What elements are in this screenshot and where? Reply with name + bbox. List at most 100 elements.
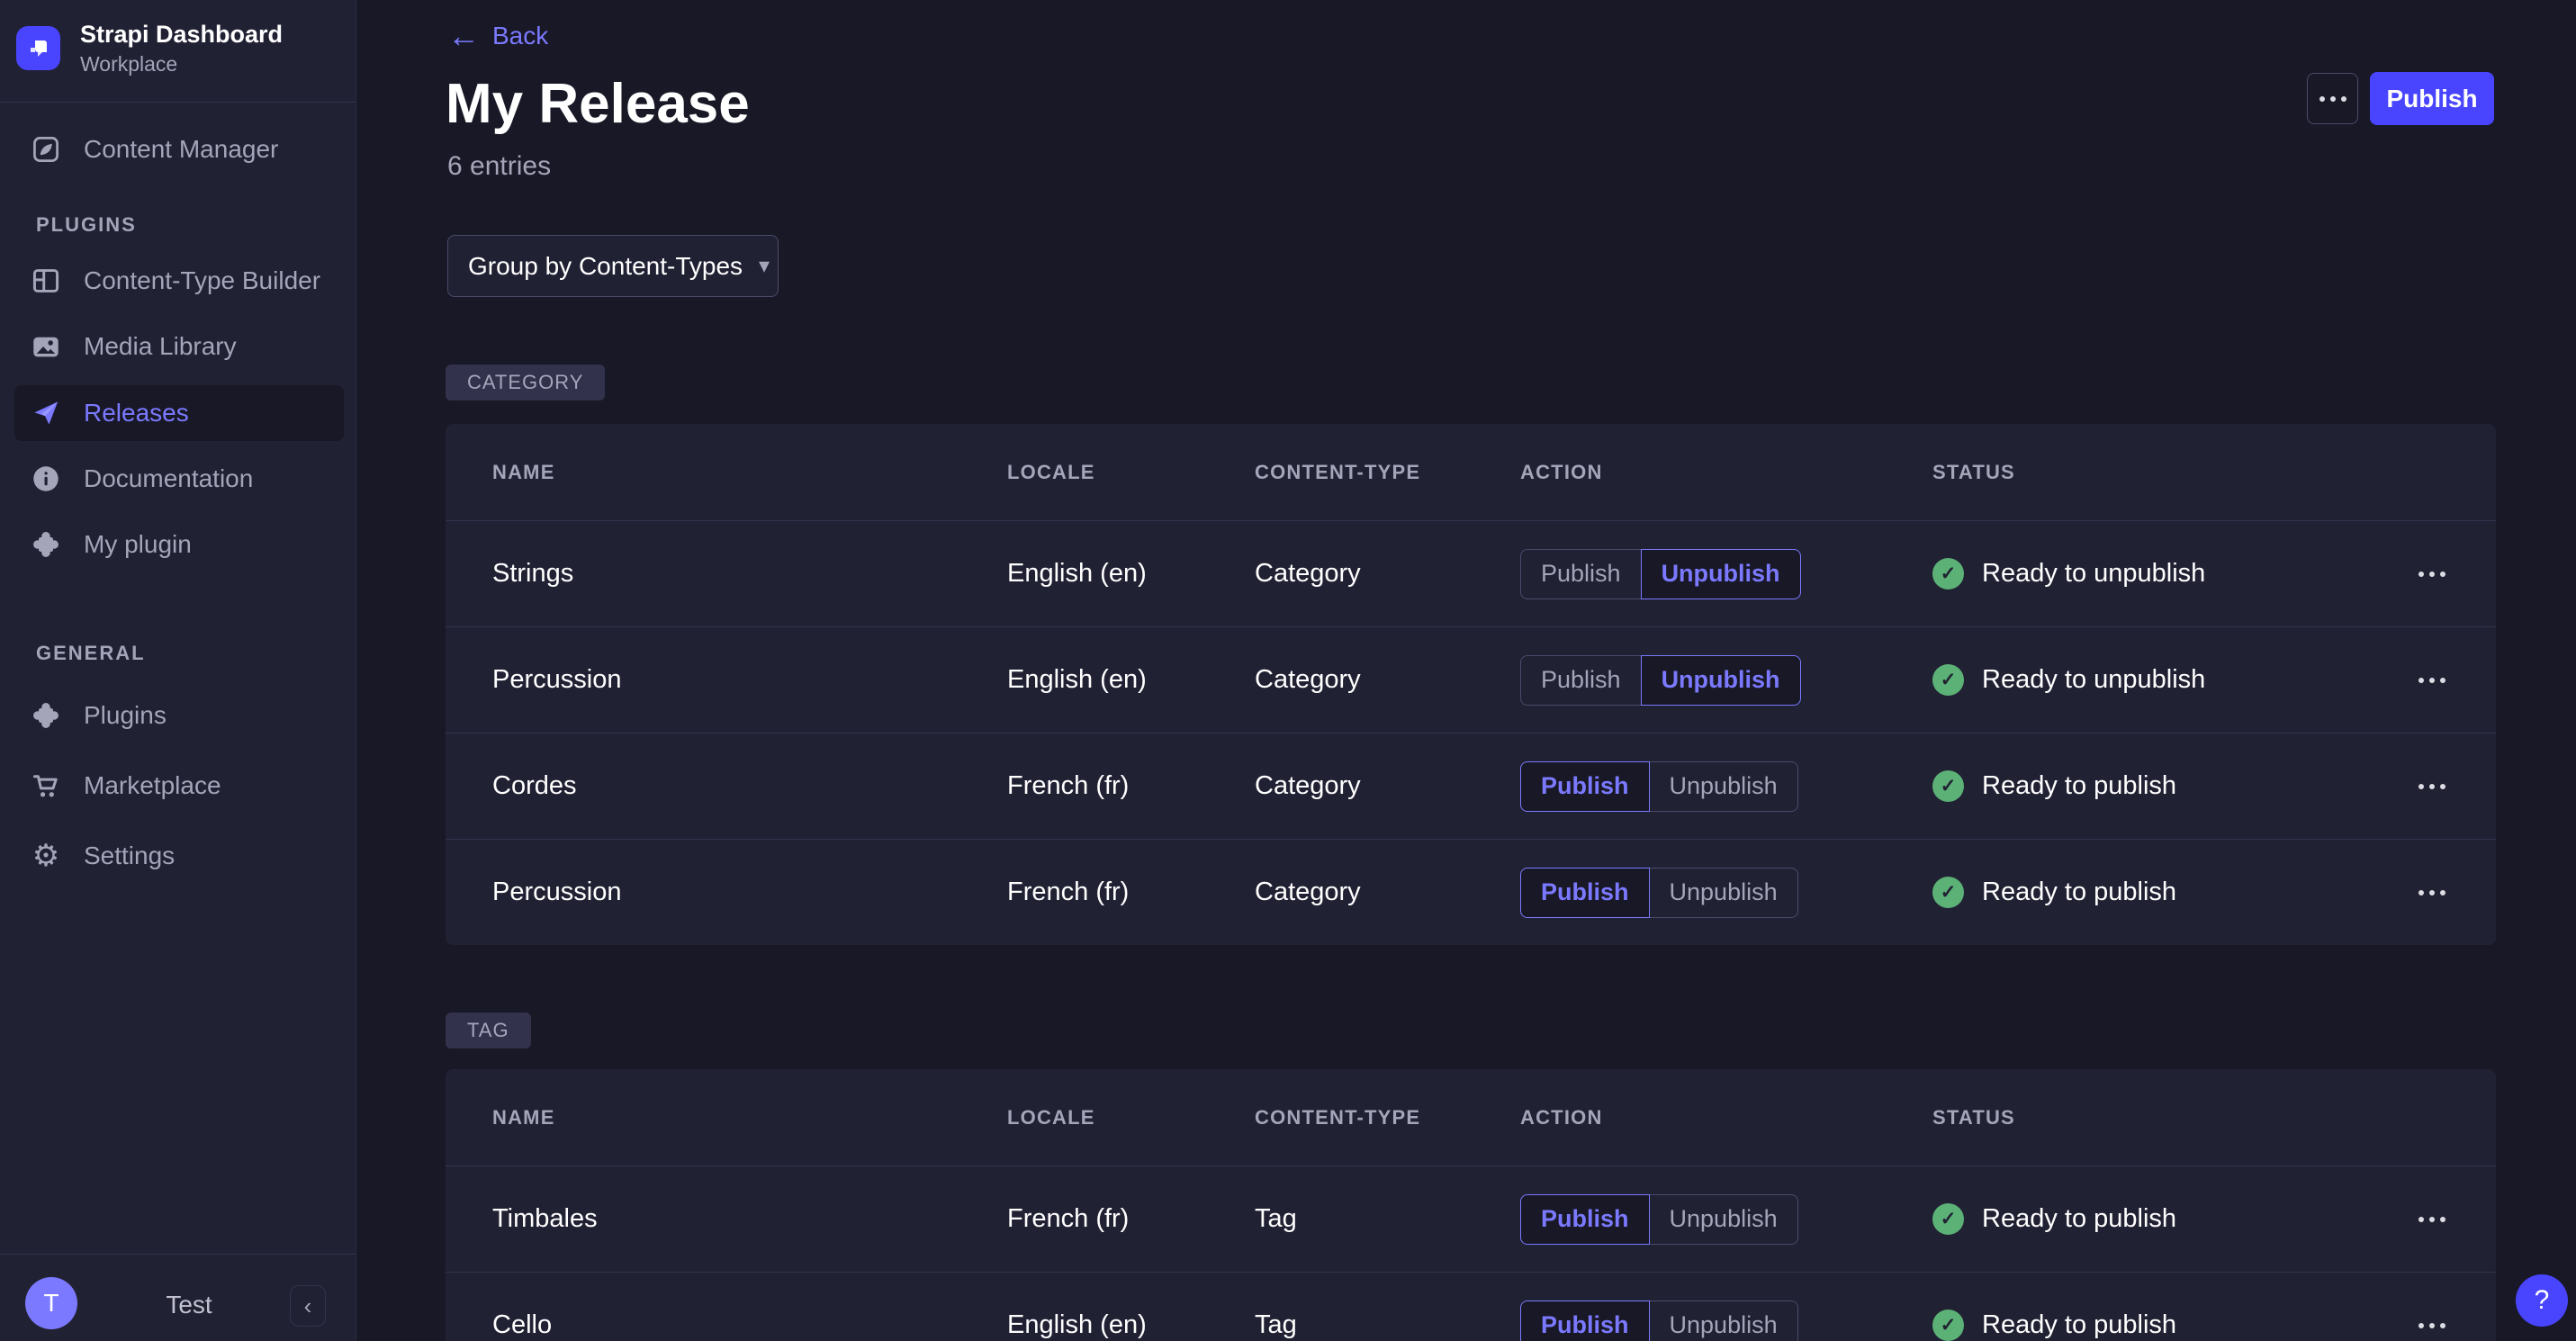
sidebar-item-documentation[interactable]: Documentation (14, 451, 344, 507)
unpublish-option[interactable]: Unpublish (1649, 868, 1798, 918)
sidebar-item-label: Plugins (84, 701, 167, 730)
publish-option[interactable]: Publish (1520, 868, 1650, 918)
row-more-button[interactable] (2415, 775, 2449, 798)
column-header-action: ACTION (1520, 1106, 1932, 1130)
column-header-status: STATUS (1932, 461, 2395, 484)
row-more-button[interactable] (2415, 562, 2449, 586)
unpublish-option[interactable]: Unpublish (1649, 761, 1798, 812)
unpublish-option[interactable]: Unpublish (1649, 1300, 1798, 1341)
check-circle-icon: ✓ (1932, 1203, 1964, 1235)
publish-option[interactable]: Publish (1520, 761, 1650, 812)
puzzle-icon (31, 700, 61, 731)
column-header-name: NAME (492, 461, 1007, 484)
cell-name: Percussion (492, 878, 1007, 907)
publish-option[interactable]: Publish (1520, 655, 1642, 706)
publish-unpublish-toggle: Publish Unpublish (1520, 1300, 1798, 1341)
sidebar-item-releases[interactable]: Releases (14, 385, 344, 441)
page-title: My Release (446, 72, 750, 136)
check-circle-icon: ✓ (1932, 664, 1964, 696)
status-text: Ready to publish (1982, 1204, 2176, 1234)
table-row: Percussion English (en) Category Publish… (446, 626, 2496, 733)
group-by-select[interactable]: Group by Content-Types ▾ (447, 235, 779, 297)
sidebar-item-content-type-builder[interactable]: Content-Type Builder (14, 253, 344, 309)
group-badge-tag: TAG (446, 1012, 531, 1048)
release-more-button[interactable] (2307, 73, 2358, 124)
sidebar-item-label: My plugin (84, 530, 192, 559)
table-header-row: NAME LOCALE CONTENT-TYPE ACTION STATUS (446, 424, 2496, 520)
cell-name: Cello (492, 1310, 1007, 1340)
column-header-locale: LOCALE (1007, 1106, 1255, 1130)
publish-option[interactable]: Publish (1520, 1194, 1650, 1245)
group-by-value: Group by Content-Types (468, 252, 743, 281)
brand-text: Strapi Dashboard Workplace (80, 20, 283, 76)
check-circle-icon: ✓ (1932, 1310, 1964, 1341)
sidebar-item-label: Settings (84, 842, 175, 870)
row-more-button[interactable] (2415, 669, 2449, 692)
publish-unpublish-toggle: Publish Unpublish (1520, 549, 1801, 599)
back-link[interactable]: ← Back (447, 20, 548, 52)
chevron-down-icon: ▾ (759, 253, 770, 279)
column-header-action: ACTION (1520, 461, 1932, 484)
publish-release-button[interactable]: Publish (2370, 72, 2494, 125)
cell-locale: French (fr) (1007, 771, 1255, 801)
cell-locale: French (fr) (1007, 878, 1255, 907)
tag-table: NAME LOCALE CONTENT-TYPE ACTION STATUS T… (446, 1069, 2496, 1341)
cell-locale: English (en) (1007, 559, 1255, 589)
unpublish-option[interactable]: Unpublish (1641, 655, 1801, 706)
sidebar-section-general: GENERAL (36, 642, 146, 665)
sidebar-item-label: Media Library (84, 332, 237, 361)
sidebar-item-marketplace[interactable]: Marketplace (14, 758, 344, 814)
publish-unpublish-toggle: Publish Unpublish (1520, 655, 1801, 706)
unpublish-option[interactable]: Unpublish (1649, 1194, 1798, 1245)
screen: Strapi Dashboard Workplace Content Manag… (0, 0, 2576, 1341)
avatar[interactable]: T (25, 1277, 77, 1329)
cart-icon (31, 770, 61, 801)
sidebar: Strapi Dashboard Workplace Content Manag… (0, 0, 356, 1341)
cell-content-type: Category (1255, 878, 1520, 907)
publish-unpublish-toggle: Publish Unpublish (1520, 868, 1798, 918)
status-text: Ready to publish (1982, 771, 2176, 801)
sidebar-item-label: Releases (84, 399, 189, 428)
group-badge-category: CATEGORY (446, 364, 605, 400)
column-header-status: STATUS (1932, 1106, 2395, 1130)
workspace-name: Workplace (80, 52, 283, 76)
cell-content-type: Tag (1255, 1310, 1520, 1340)
status-text: Ready to publish (1982, 1310, 2176, 1340)
row-more-button[interactable] (2415, 1208, 2449, 1231)
sidebar-item-my-plugin[interactable]: My plugin (14, 517, 344, 572)
paper-plane-icon (31, 398, 61, 428)
entries-count: 6 entries (447, 151, 551, 182)
sidebar-collapse-button[interactable]: ‹ (290, 1285, 326, 1327)
row-more-button[interactable] (2415, 1314, 2449, 1337)
publish-option[interactable]: Publish (1520, 549, 1642, 599)
row-more-button[interactable] (2415, 881, 2449, 904)
gear-icon: ⚙ (31, 841, 61, 871)
cell-name: Percussion (492, 665, 1007, 695)
workspace-switcher[interactable]: Strapi Dashboard Workplace (16, 20, 283, 76)
layout-icon (31, 266, 61, 296)
category-table: NAME LOCALE CONTENT-TYPE ACTION STATUS S… (446, 424, 2496, 945)
cell-content-type: Category (1255, 665, 1520, 695)
sidebar-item-settings[interactable]: ⚙ Settings (14, 828, 344, 884)
sidebar-item-media-library[interactable]: Media Library (14, 319, 344, 374)
publish-option[interactable]: Publish (1520, 1300, 1650, 1341)
cell-locale: English (en) (1007, 1310, 1255, 1340)
sidebar-divider (0, 1254, 356, 1255)
publish-unpublish-toggle: Publish Unpublish (1520, 761, 1798, 812)
chevron-left-icon: ‹ (304, 1292, 312, 1320)
column-header-locale: LOCALE (1007, 461, 1255, 484)
status-text: Ready to unpublish (1982, 559, 2205, 589)
table-row: Percussion French (fr) Category Publish … (446, 839, 2496, 945)
sidebar-item-label: Content-Type Builder (84, 266, 320, 295)
publish-unpublish-toggle: Publish Unpublish (1520, 1194, 1798, 1245)
info-circle-icon (31, 464, 61, 494)
user-name: Test (135, 1291, 243, 1319)
cell-name: Timbales (492, 1204, 1007, 1234)
sidebar-item-content-manager[interactable]: Content Manager (14, 122, 344, 177)
column-header-name: NAME (492, 1106, 1007, 1130)
help-button[interactable]: ? (2516, 1274, 2568, 1327)
table-header-row: NAME LOCALE CONTENT-TYPE ACTION STATUS (446, 1069, 2496, 1166)
unpublish-option[interactable]: Unpublish (1641, 549, 1801, 599)
sidebar-item-plugins[interactable]: Plugins (14, 688, 344, 743)
status-text: Ready to publish (1982, 878, 2176, 907)
